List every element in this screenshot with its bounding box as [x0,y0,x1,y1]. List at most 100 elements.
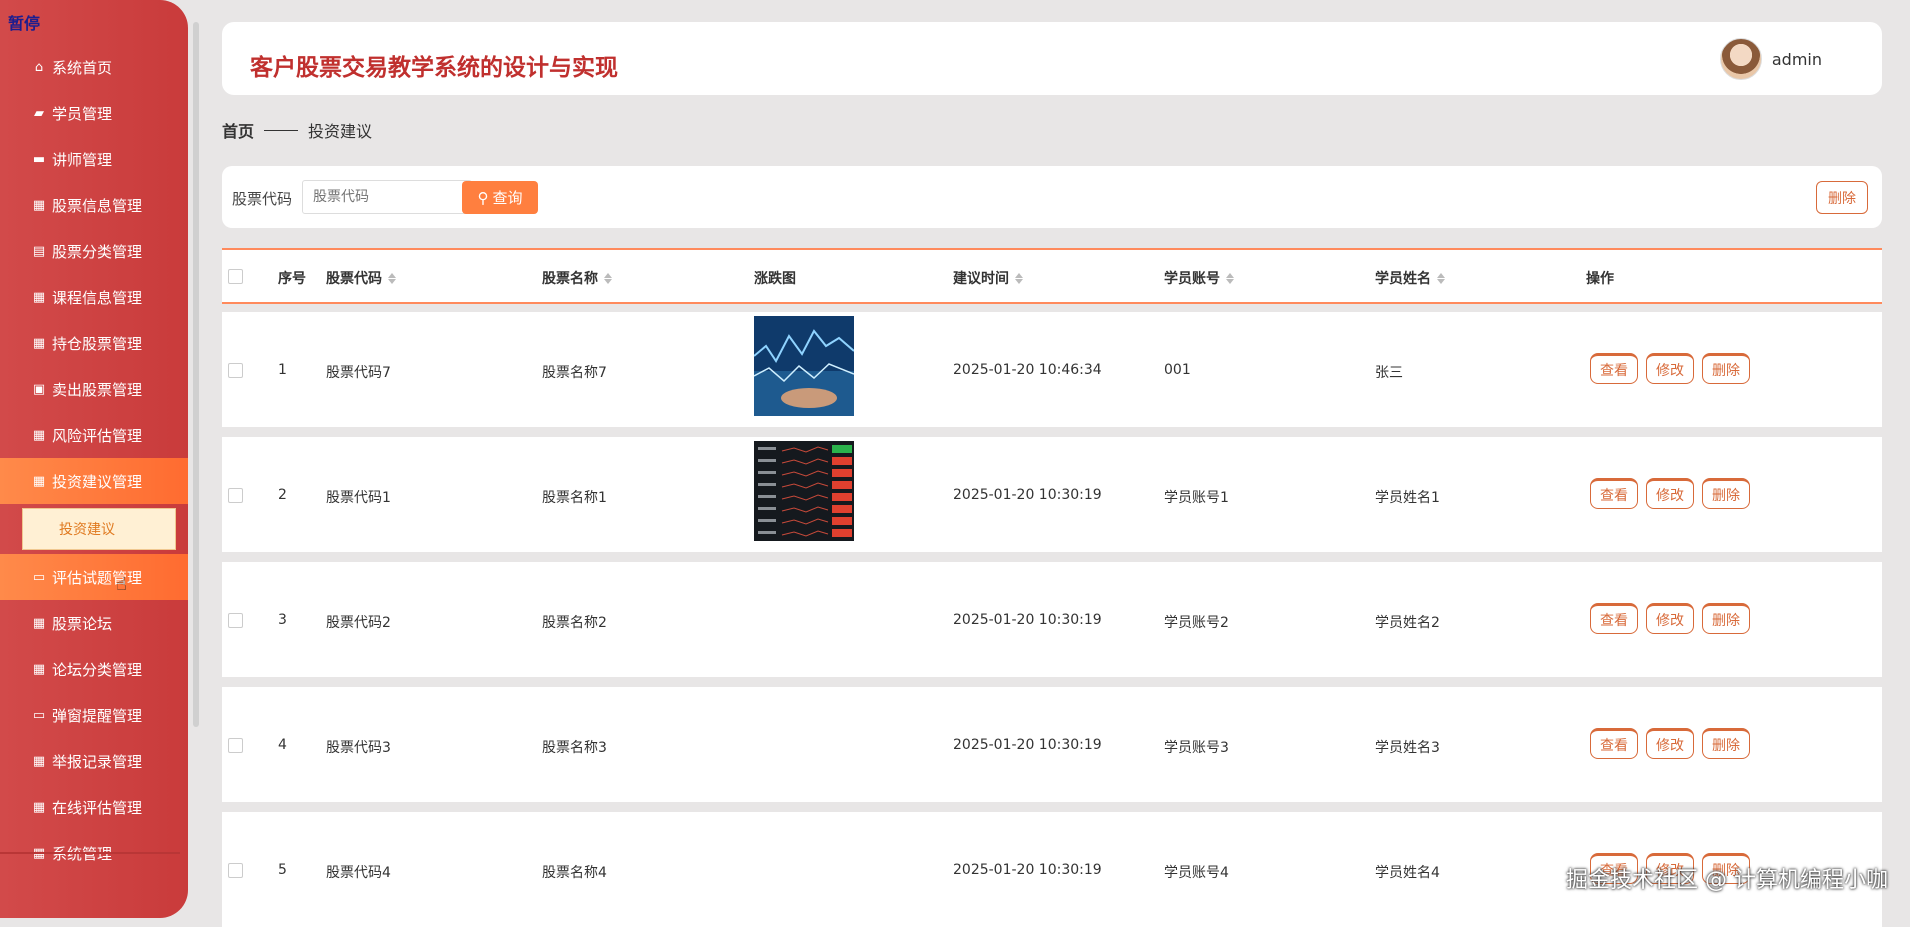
sidebar-divider [0,852,180,854]
delete-button[interactable]: 删除 [1702,478,1750,509]
sidebar-item[interactable]: ▦ 课程信息管理 [0,274,188,320]
view-button[interactable]: 查看 [1590,478,1638,509]
grid-icon: ▦ [32,427,46,443]
row-checkbox[interactable] [228,738,243,753]
stock-chart-thumbnail[interactable] [754,316,854,416]
sidebar-item-label: 讲师管理 [52,150,113,169]
sidebar-item[interactable]: ▭ 弹窗提醒管理 [0,692,188,738]
breadcrumb: 首页 投资建议 [222,118,372,142]
grid-icon: ▦ [32,289,46,305]
delete-button[interactable]: 删除 [1702,728,1750,759]
sidebar-item[interactable]: ⌂ 系统首页 [0,44,188,90]
sidebar-item-label: 风险评估管理 [52,426,143,445]
breadcrumb-home[interactable]: 首页 [222,118,254,142]
cell-student: 学员姓名1 [1375,490,1440,506]
cell-account: 学员账号4 [1164,865,1229,881]
sidebar-item[interactable]: ▦ 股票信息管理 [0,182,188,228]
sort-icon[interactable] [388,272,396,284]
edit-button[interactable]: 修改 [1646,728,1694,759]
search-button-label: 查询 [492,190,523,207]
row-checkbox[interactable] [228,488,243,503]
sidebar-item[interactable]: ▰ 学员管理 [0,90,188,136]
header-name[interactable]: 股票名称 [542,268,612,288]
sidebar-item-label: 举报记录管理 [52,752,143,771]
row-checkbox[interactable] [228,613,243,628]
cell-account: 学员账号2 [1164,615,1229,631]
sidebar-scrollbar[interactable] [193,22,199,727]
cell-code: 股票代码4 [326,865,391,881]
header-ops: 操作 [1586,271,1614,287]
edit-button[interactable]: 修改 [1646,353,1694,384]
cell-name: 股票名称4 [542,865,607,881]
sidebar-item-label: 在线评估管理 [52,798,143,817]
sidebar-item[interactable]: ▦ 投资建议管理 [0,458,188,504]
select-all-checkbox[interactable] [228,269,243,284]
cell-code: 股票代码2 [326,615,391,631]
cell-no: 2 [278,487,287,503]
home-icon: ⌂ [34,59,44,75]
row-actions: 查看 修改 删除 [1590,603,1750,634]
comment-icon: ▭ [32,569,46,585]
row-actions: 查看 修改 删除 [1590,728,1750,759]
header-no: 序号 [278,271,306,287]
sort-icon[interactable] [1437,272,1445,284]
sort-icon[interactable] [1226,272,1234,284]
chart-icon: ▤ [32,243,46,259]
cell-student: 学员姓名4 [1375,865,1440,881]
edit-button[interactable]: 修改 [1646,603,1694,634]
view-button[interactable]: 查看 [1590,728,1638,759]
stock-chart-thumbnail[interactable] [754,441,854,541]
sidebar-subitem-investment-advice[interactable]: 投资建议 [22,508,176,550]
sidebar-item[interactable]: ▦ 举报记录管理 [0,738,188,784]
cell-time: 2025-01-20 10:46:34 [953,362,1102,378]
delete-button[interactable]: 删除 [1702,353,1750,384]
cell-code: 股票代码7 [326,365,391,381]
page-title: 客户股票交易教学系统的设计与实现 [250,55,618,81]
sidebar-item[interactable]: ▣ 卖出股票管理 [0,366,188,412]
view-button[interactable]: 查看 [1590,353,1638,384]
cell-code: 股票代码3 [326,740,391,756]
search-label: 股票代码 [232,190,293,208]
row-actions: 查看 修改 删除 [1590,478,1750,509]
cell-no: 1 [278,362,287,378]
edit-button[interactable]: 修改 [1646,478,1694,509]
sidebar-item[interactable]: ▦ 持仓股票管理 [0,320,188,366]
header-code[interactable]: 股票代码 [326,268,396,288]
row-actions: 查看 修改 删除 [1590,353,1750,384]
table-row: 1 股票代码7 股票名称7 2025-01-20 10:46:34 001 张三 查看 修改删… [222,312,1882,427]
sidebar-item[interactable]: ▬ 讲师管理 [0,136,188,182]
sidebar-item[interactable]: ▦ 风险评估管理 [0,412,188,458]
user-menu[interactable]: admin [1719,38,1822,80]
sidebar-item[interactable]: ▭ 评估试题管理 ☝ [0,554,188,600]
sidebar-item[interactable]: ▦ 论坛分类管理 [0,646,188,692]
avatar[interactable] [1719,38,1762,80]
header-student[interactable]: 学员姓名 [1375,268,1445,288]
sidebar-item[interactable]: ▦ 在线评估管理 [0,784,188,830]
cell-time: 2025-01-20 10:30:19 [953,612,1102,628]
table-icon: ▦ [32,661,46,677]
batch-delete-button[interactable]: 删除 [1816,181,1868,214]
sidebar-item-label: 课程信息管理 [52,288,143,307]
pause-label[interactable]: 暂停 [8,10,40,34]
search-button[interactable]: ⚲ 查询 [462,181,538,214]
sidebar-item-label: 卖出股票管理 [52,380,143,399]
view-button[interactable]: 查看 [1590,603,1638,634]
username[interactable]: admin [1772,50,1822,69]
cell-account: 学员账号1 [1164,490,1229,506]
sidebar-item[interactable]: ▦ 股票论坛 [0,600,188,646]
sort-icon[interactable] [1015,272,1023,284]
table-header: 序号 股票代码 股票名称 涨跌图 建议时间 学员账号 学员姓名 操作 [222,248,1882,304]
cell-no: 3 [278,612,287,628]
header-account[interactable]: 学员账号 [1164,268,1234,288]
sidebar-item[interactable]: ▤ 股票分类管理 [0,228,188,274]
row-checkbox[interactable] [228,863,243,878]
cell-time: 2025-01-20 10:30:19 [953,737,1102,753]
row-checkbox[interactable] [228,363,243,378]
cell-name: 股票名称3 [542,740,607,756]
search-input[interactable] [302,180,472,214]
user-card-icon: ▰ [34,105,44,121]
sort-icon[interactable] [604,272,612,284]
header-time[interactable]: 建议时间 [953,268,1023,288]
delete-button[interactable]: 删除 [1702,603,1750,634]
cell-student: 学员姓名3 [1375,740,1440,756]
